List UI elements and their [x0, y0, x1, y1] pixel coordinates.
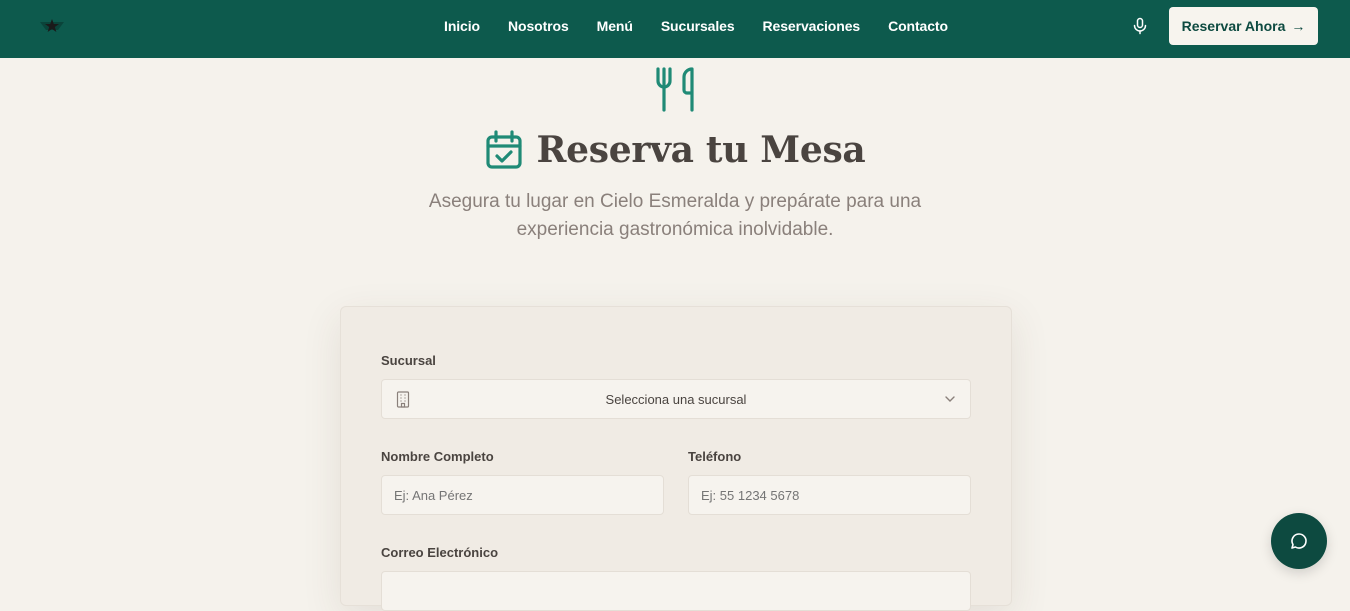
reservation-form-card: Sucursal Selecciona una sucursal Nombre …	[340, 306, 1012, 611]
email-input[interactable]	[381, 571, 971, 611]
calendar-check-icon	[485, 130, 522, 169]
page-subtitle: Asegura tu lugar en Cielo Esmeralda y pr…	[428, 191, 922, 240]
nav-link-nosotros[interactable]: Nosotros	[508, 18, 569, 34]
arrow-right-icon: →	[1291, 18, 1306, 34]
reserve-now-button[interactable]: Reservar Ahora →	[1169, 7, 1318, 45]
branch-label: Sucursal	[381, 353, 436, 368]
branch-select[interactable]: Selecciona una sucursal	[381, 379, 971, 419]
nav-link-menu[interactable]: Menú	[597, 18, 633, 34]
building-icon	[396, 391, 410, 408]
nav-link-contacto[interactable]: Contacto	[888, 18, 948, 34]
branch-select-value: Selecciona una sucursal	[605, 391, 747, 407]
phone-label: Teléfono	[688, 449, 742, 464]
nav-link-inicio[interactable]: Inicio	[444, 18, 480, 34]
name-input[interactable]	[381, 475, 664, 515]
page-title: Reserva tu Mesa	[536, 129, 866, 171]
fork-knife-icon	[656, 67, 694, 112]
reserve-now-label: Reservar Ahora	[1181, 18, 1286, 34]
page-title-row: Reserva tu Mesa	[0, 126, 1350, 174]
nav-link-sucursales[interactable]: Sucursales	[661, 18, 735, 34]
email-label: Correo Electrónico	[381, 545, 499, 560]
nav-link-reservaciones[interactable]: Reservaciones	[763, 18, 861, 34]
top-navigation-bar: Inicio Nosotros Menú Sucursales Reservac…	[0, 0, 1350, 58]
phone-input[interactable]	[688, 475, 971, 515]
microphone-icon[interactable]	[1131, 17, 1149, 35]
chat-bubble-icon	[1291, 533, 1307, 549]
chat-button[interactable]	[1271, 513, 1327, 569]
chevron-down-icon	[945, 396, 955, 402]
name-label: Nombre Completo	[381, 449, 494, 464]
